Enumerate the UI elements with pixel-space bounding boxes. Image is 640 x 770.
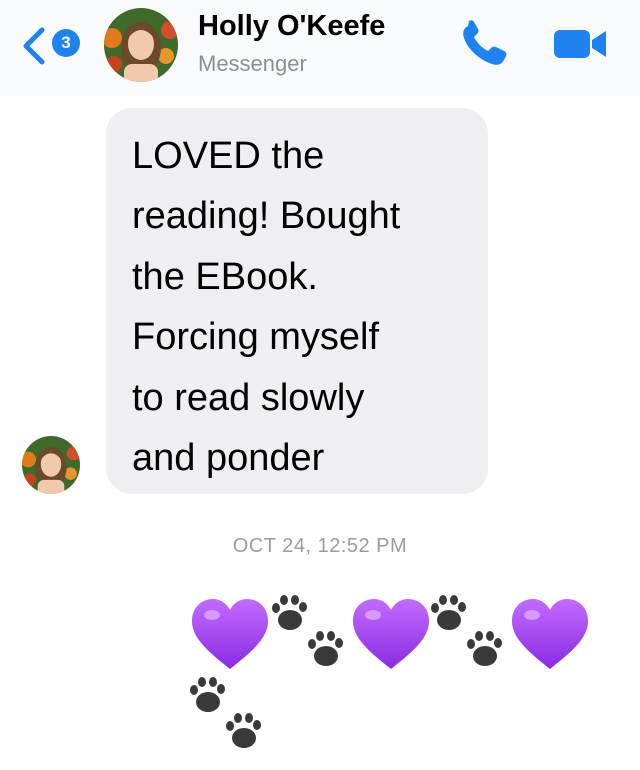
message-text-line: and ponder (132, 437, 325, 480)
message-timestamp: OCT 24, 12:52 PM (232, 535, 408, 557)
paw-prints-icon (272, 595, 343, 666)
audio-call-button[interactable] (458, 20, 514, 68)
message-text-line: LOVED the (132, 135, 325, 177)
sender-avatar[interactable] (22, 436, 80, 494)
incoming-message-bubble[interactable]: LOVED the reading! Bought the EBook. For… (106, 108, 488, 494)
message-text-line: to read slowly (132, 376, 365, 419)
video-camera-icon (554, 30, 606, 58)
purple-heart-icon (353, 599, 429, 669)
contact-avatar[interactable] (104, 8, 178, 82)
contact-subtitle: Messenger (198, 51, 307, 76)
paw-prints-icon (190, 677, 261, 748)
video-call-button[interactable] (550, 22, 610, 66)
back-chevron-icon (23, 27, 45, 65)
message-text-line: the EBook. (132, 255, 318, 298)
phone-icon (463, 20, 507, 65)
contact-name[interactable]: Holly O'Keefe (198, 10, 385, 43)
purple-heart-icon (192, 599, 268, 669)
unread-count-badge: 3 (52, 29, 80, 57)
conversation-header: 3 Holly O'Keefe Messenger (0, 0, 640, 96)
message-text-line: Forcing myself (132, 316, 380, 359)
purple-heart-icon (512, 599, 588, 669)
paw-prints-icon (431, 595, 502, 666)
message-text-line: reading! Bought (132, 195, 401, 238)
